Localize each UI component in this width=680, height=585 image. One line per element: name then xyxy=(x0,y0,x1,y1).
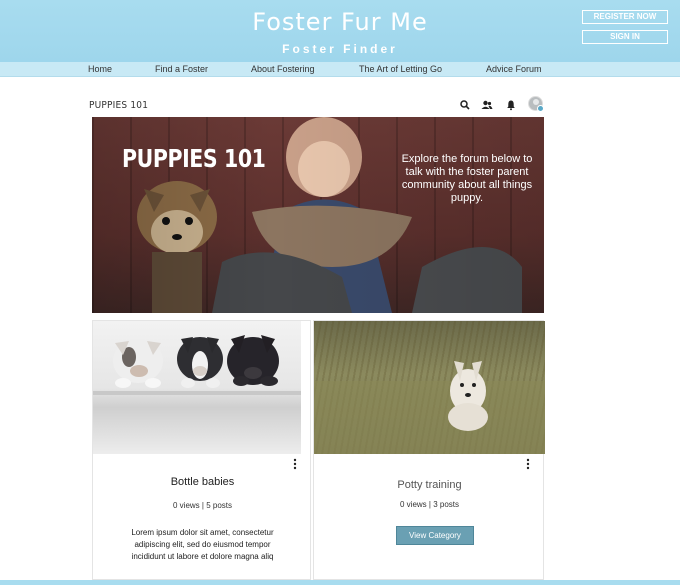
nav-item-about-fostering[interactable]: About Fostering xyxy=(251,64,315,74)
hero-title: PUPPIES 101 xyxy=(122,144,266,173)
nav-item-advice-forum[interactable]: Advice Forum xyxy=(486,64,542,74)
puppies-photo xyxy=(93,335,301,395)
site-subtitle: Foster Finder xyxy=(282,42,398,56)
members-icon[interactable] xyxy=(480,98,494,112)
more-options-icon[interactable] xyxy=(523,457,533,471)
category-image xyxy=(93,321,301,454)
main-nav: Home Find a Foster About Fostering The A… xyxy=(0,62,680,77)
nav-item-find-a-foster[interactable]: Find a Foster xyxy=(155,64,208,74)
search-icon[interactable] xyxy=(458,98,472,112)
nav-item-home[interactable]: Home xyxy=(88,64,112,74)
view-category-button[interactable]: View Category xyxy=(396,526,474,545)
register-button[interactable]: REGISTER NOW xyxy=(582,10,668,24)
category-description: Lorem ipsum dolor sit amet, consectetur … xyxy=(131,528,274,561)
hero-banner: PUPPIES 101 Explore the forum below to t… xyxy=(92,117,544,313)
puppy-running-photo xyxy=(314,361,545,454)
category-title[interactable]: Potty training xyxy=(314,479,545,491)
forum-title: PUPPIES 101 xyxy=(89,100,149,111)
footer-bar xyxy=(0,580,680,585)
category-title[interactable]: Bottle babies xyxy=(93,476,312,488)
category-stats: 0 views | 3 posts xyxy=(400,500,459,509)
site-title: Foster Fur Me xyxy=(252,8,428,36)
more-options-icon[interactable] xyxy=(290,457,300,471)
category-stats: 0 views | 5 posts xyxy=(173,501,232,510)
category-image xyxy=(314,321,545,454)
nav-item-art-of-letting-go[interactable]: The Art of Letting Go xyxy=(359,64,442,74)
sign-in-button[interactable]: SIGN IN xyxy=(582,30,668,44)
online-status-dot xyxy=(537,105,544,112)
category-card-potty-training[interactable]: Potty training 0 views | 3 posts View Ca… xyxy=(313,320,545,580)
hero-description: Explore the forum below to talk with the… xyxy=(401,153,533,204)
category-card-bottle-babies[interactable]: Bottle babies 0 views | 5 posts Lorem ip… xyxy=(92,320,311,580)
notifications-icon[interactable] xyxy=(504,98,518,112)
site-header: Foster Fur Me Foster Finder REGISTER NOW… xyxy=(0,0,680,62)
